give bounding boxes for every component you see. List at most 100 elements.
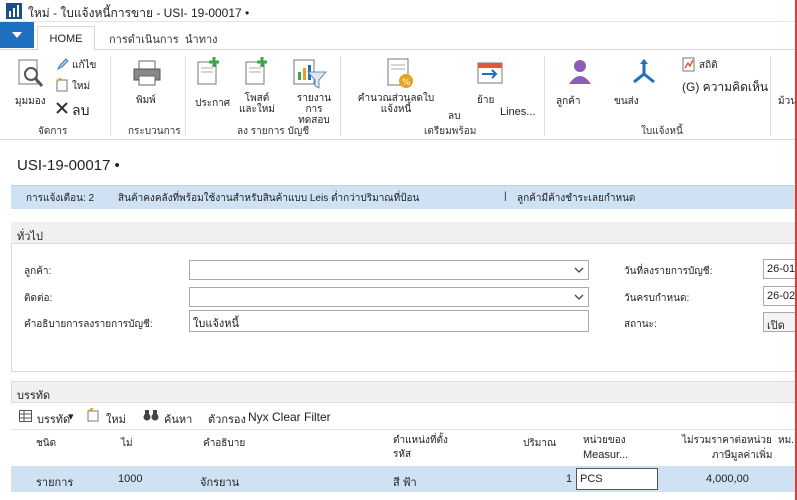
group-divider	[544, 56, 545, 136]
move-button[interactable]	[476, 57, 504, 90]
group-divider	[340, 56, 341, 136]
overdue-message[interactable]: ลูกค้ามีค้างชำระเลยกำหนด	[517, 191, 635, 206]
grid-icon	[19, 410, 32, 422]
arrows-icon	[633, 59, 655, 84]
group-divider	[185, 56, 186, 136]
app-menu-button[interactable]	[0, 22, 34, 48]
general-heading: ทั่วไป	[17, 231, 43, 243]
clear-filter-button[interactable]: Nyx Clear Filter	[248, 410, 331, 424]
col-quantity[interactable]: ปริมาณ	[523, 437, 556, 450]
delete-label: ลบ	[72, 102, 90, 118]
cell-description[interactable]: จักรยาน	[200, 473, 239, 491]
cell-type[interactable]: รายการ	[36, 473, 73, 491]
print-button[interactable]	[132, 58, 162, 91]
edit-label: แก้ไข	[72, 60, 97, 71]
contact-field-label: ติดต่อ:	[24, 293, 53, 304]
calc-discount-label: คำนวณส่วนลดใบแจ้งหนี้	[357, 93, 435, 115]
lines-header[interactable]	[11, 381, 797, 403]
process-group-label: กระบวนการ	[128, 126, 181, 137]
new-line-button[interactable]: ใหม่	[106, 410, 126, 428]
chevron-down-icon[interactable]	[574, 265, 584, 275]
new-line-icon	[87, 408, 99, 422]
posting-date-label: วันที่ลงรายการบัญชี:	[624, 266, 713, 277]
posting-desc-value: ใบแจ้งหนี้	[193, 318, 240, 330]
tab-navigate[interactable]: นำทาง	[185, 30, 218, 48]
tab-actions[interactable]: การดำเนินการ	[109, 30, 179, 48]
view-label: มุมมอง	[15, 96, 46, 107]
posting-date-value: 26-01	[767, 263, 796, 275]
printer-icon	[133, 60, 161, 86]
customer-field-label: ลูกค้า:	[24, 266, 52, 277]
col-uom-2[interactable]: Measur...	[583, 449, 628, 462]
post-label: ประกาศ	[195, 98, 231, 109]
lines-menu-caret: ▾	[68, 411, 74, 423]
new-button[interactable]	[56, 77, 68, 95]
customer-button[interactable]	[567, 58, 593, 89]
posting-group-label: ลง รายการ บัญชี	[237, 126, 310, 137]
shipping-button[interactable]	[630, 58, 658, 89]
print-label: พิมพ์	[136, 95, 156, 106]
post-button[interactable]	[196, 57, 222, 90]
col-location-1[interactable]: ตำแหน่งที่ตั้ง	[393, 434, 448, 447]
dropdown-icon	[12, 32, 22, 38]
filter-button[interactable]	[306, 70, 328, 93]
invoice-group-label: ใบแจ้งหนี้	[641, 126, 683, 137]
notification-message[interactable]: สินค้าคงคลังที่พร้อมใช้งานสำหรับสินค้าแบ…	[118, 191, 419, 206]
filter-icon	[306, 71, 328, 89]
post-icon	[197, 57, 219, 85]
due-date-value: 26-02	[767, 290, 796, 302]
posting-desc-field[interactable]	[189, 310, 589, 332]
customer-label: ลูกค้า	[556, 96, 581, 107]
discount-icon: %	[387, 58, 413, 88]
col-unit-price-1[interactable]: ไม่รวมราคาต่อหน่วย	[682, 434, 772, 447]
col-description[interactable]: คำอธิบาย	[203, 437, 245, 450]
status-label: สถานะ:	[624, 319, 657, 330]
status-value: เปิด	[767, 320, 785, 332]
lines-button[interactable]: Lines...	[500, 106, 535, 118]
contact-field[interactable]	[189, 287, 589, 307]
notification-separator: |	[504, 191, 507, 202]
svg-text:%: %	[402, 78, 411, 88]
statistics-label: สถิติ	[699, 60, 718, 71]
binoculars-icon	[143, 410, 159, 421]
general-header[interactable]	[11, 222, 797, 244]
posting-desc-label: คำอธิบายการลงรายการบัญชี:	[24, 319, 153, 330]
due-date-label: วันครบกำหนด:	[624, 293, 690, 304]
cell-uom: PCS	[580, 473, 603, 485]
group-divider	[770, 56, 771, 136]
cell-location[interactable]: สี ฟ้า	[393, 473, 417, 491]
col-uom-1[interactable]: หน่วยของ	[583, 434, 626, 447]
new-label: ใหม่	[72, 81, 91, 92]
tab-home[interactable]: HOME	[37, 26, 95, 51]
close-icon	[56, 102, 68, 114]
shipping-label: ขนส่ง	[614, 96, 639, 107]
comments-button[interactable]: (G) ความคิดเห็น	[682, 78, 768, 97]
customer-field[interactable]	[189, 260, 589, 280]
col-type[interactable]: ชนิด	[36, 437, 56, 450]
cell-no[interactable]: 1000	[118, 473, 142, 485]
cell-unit-price[interactable]: 4,000,00	[706, 473, 749, 485]
view-icon	[18, 59, 44, 87]
col-location-2[interactable]: รหัส	[393, 448, 411, 461]
statistics-icon	[682, 57, 695, 72]
view-button[interactable]	[17, 58, 47, 90]
post-new-button[interactable]	[244, 57, 270, 90]
calc-discount-button[interactable]: %	[386, 57, 414, 92]
col-no[interactable]: ไม่	[121, 437, 133, 450]
find-button[interactable]: ค้นหา	[164, 410, 192, 428]
edit-button[interactable]	[56, 58, 69, 73]
filter-button[interactable]: ตัวกรอง	[208, 410, 246, 428]
lines-menu-button[interactable]: บรรทัด	[37, 410, 70, 428]
cell-quantity[interactable]: 1	[566, 473, 572, 485]
window-title: ใหม่ - ใบแจ้งหนี้การขาย - USI- 19-00017 …	[28, 6, 250, 20]
post-new-label: โพสต์และใหม่	[238, 93, 275, 115]
statistics-button[interactable]	[682, 57, 695, 75]
group-divider	[110, 56, 111, 136]
chevron-down-icon[interactable]	[574, 292, 584, 302]
col-unit-price-2[interactable]: ภาษีมูลค่าเพิ่ม	[712, 449, 772, 462]
delete-button[interactable]	[55, 101, 69, 118]
lines-heading: บรรทัด	[17, 390, 51, 402]
move-label: ย้าย	[477, 95, 495, 106]
reminders-count[interactable]: การแจ้งเตือน: 2	[26, 191, 94, 206]
page-title: USI-19-00017 •	[17, 157, 120, 174]
